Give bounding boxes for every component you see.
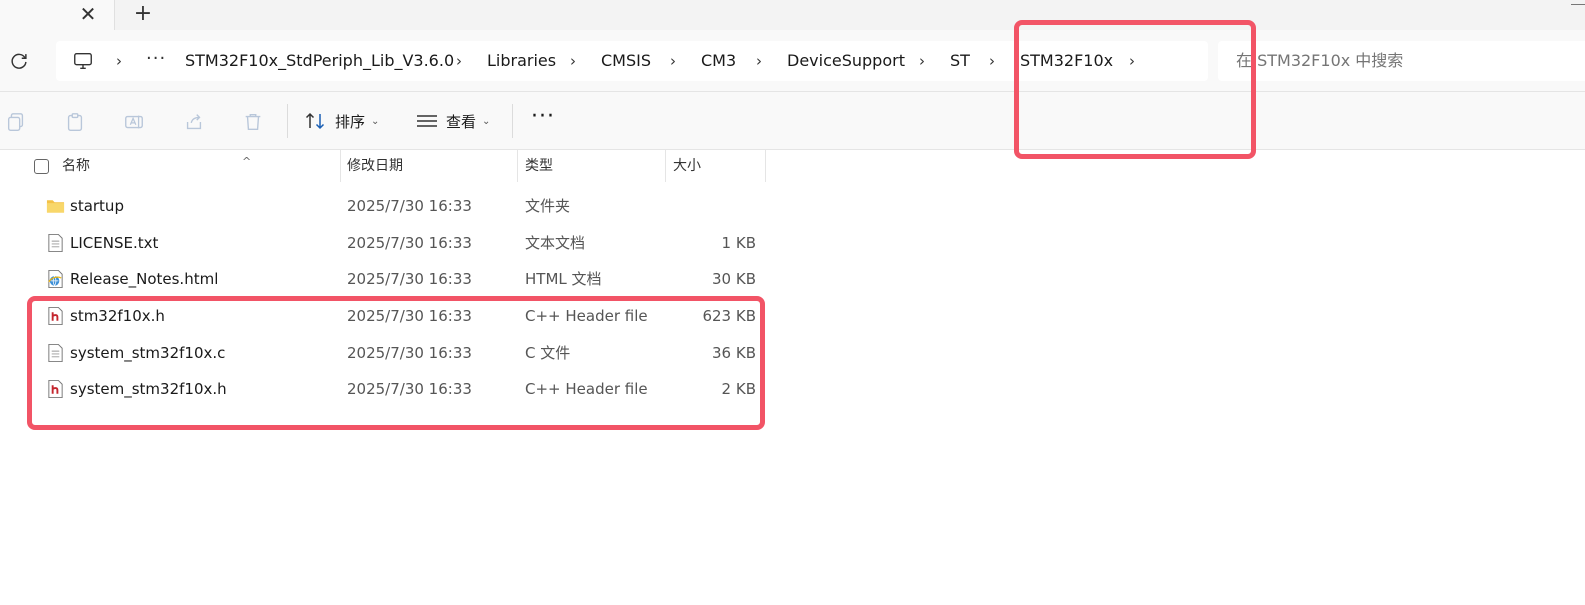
file-row[interactable]: stm32f10x.h 2025/7/30 16:33 C++ Header f… <box>0 298 770 334</box>
view-button[interactable]: 查看 ⌄ <box>416 104 490 138</box>
window-control-edge <box>1571 4 1585 5</box>
file-name: LICENSE.txt <box>70 234 159 252</box>
sort-button[interactable]: 排序 ⌄ <box>305 104 379 138</box>
file-type: 文本文档 <box>525 234 586 252</box>
breadcrumb-st[interactable]: ST <box>950 41 970 81</box>
file-size: 30 KB <box>712 270 756 288</box>
search-box[interactable]: 在 STM32F10x 中搜索 <box>1218 41 1585 81</box>
toolbar-divider <box>287 104 288 138</box>
sort-label: 排序 <box>335 112 366 131</box>
copy-icon[interactable] <box>5 111 27 133</box>
file-date: 2025/7/30 16:33 <box>347 197 472 215</box>
view-label: 查看 <box>446 112 477 131</box>
text-file-icon <box>48 233 63 253</box>
file-name: system_stm32f10x.c <box>70 344 226 362</box>
more-options-button[interactable]: ··· <box>530 106 556 134</box>
sort-indicator-icon: ^ <box>242 155 252 168</box>
breadcrumb-cm3[interactable]: CM3 <box>701 41 736 81</box>
html-file-icon <box>48 269 63 289</box>
breadcrumb-separator[interactable]: › <box>116 41 122 81</box>
breadcrumb-devicesupport[interactable]: DeviceSupport <box>787 41 905 81</box>
search-placeholder: 在 STM32F10x 中搜索 <box>1236 51 1404 70</box>
breadcrumb-separator[interactable]: › <box>570 41 576 81</box>
file-type: C++ Header file <box>525 380 648 398</box>
header-file-icon <box>48 379 63 399</box>
breadcrumb-stdperiph-lib[interactable]: STM32F10x_StdPeriph_Lib_V3.6.0 <box>185 41 454 81</box>
file-size: 2 KB <box>721 380 756 398</box>
paste-icon[interactable] <box>64 111 86 133</box>
column-header-size[interactable]: 大小 <box>673 150 766 182</box>
c-file-icon <box>48 343 63 363</box>
breadcrumb-separator[interactable]: › <box>456 41 462 81</box>
select-all-checkbox[interactable] <box>34 159 49 174</box>
file-list: 名称 ^ 修改日期 类型 大小 startup 2025/7/30 16:33 … <box>0 150 1585 605</box>
close-icon[interactable]: ✕ <box>76 2 100 26</box>
chevron-down-icon: ⌄ <box>371 115 380 127</box>
file-row[interactable]: LICENSE.txt 2025/7/30 16:33 文本文档 1 KB <box>0 225 770 261</box>
breadcrumb-libraries[interactable]: Libraries <box>487 41 556 81</box>
file-row[interactable]: Release_Notes.html 2025/7/30 16:33 HTML … <box>0 261 770 297</box>
file-date: 2025/7/30 16:33 <box>347 344 472 362</box>
file-type: 文件夹 <box>525 197 571 215</box>
file-date: 2025/7/30 16:33 <box>347 380 472 398</box>
file-type: C++ Header file <box>525 307 648 325</box>
file-name: system_stm32f10x.h <box>70 380 227 398</box>
delete-icon[interactable] <box>242 111 264 133</box>
breadcrumb-overflow-button[interactable]: ··· <box>146 41 166 81</box>
toolbar-divider <box>512 104 513 138</box>
tab-current[interactable]: ✕ <box>0 0 115 30</box>
breadcrumb-stm32f10x[interactable]: STM32F10x <box>1020 41 1113 81</box>
view-icon <box>417 115 437 127</box>
file-size: 623 KB <box>702 307 756 325</box>
share-icon[interactable] <box>183 111 205 133</box>
column-header-date[interactable]: 修改日期 <box>347 150 518 182</box>
file-name: startup <box>70 197 124 215</box>
file-date: 2025/7/30 16:33 <box>347 307 472 325</box>
file-name: Release_Notes.html <box>70 270 219 288</box>
column-header-type[interactable]: 类型 <box>525 150 666 182</box>
file-row[interactable]: system_stm32f10x.c 2025/7/30 16:33 C 文件 … <box>0 335 770 371</box>
rename-icon[interactable] <box>123 111 145 133</box>
this-pc-icon[interactable] <box>72 50 94 72</box>
sort-icon <box>305 112 325 130</box>
breadcrumb-separator[interactable]: › <box>670 41 676 81</box>
breadcrumb-separator[interactable]: › <box>919 41 925 81</box>
file-type: HTML 文档 <box>525 270 602 288</box>
folder-icon <box>46 200 65 213</box>
file-size: 1 KB <box>721 234 756 252</box>
new-tab-button[interactable]: + <box>130 1 156 27</box>
refresh-icon[interactable] <box>8 50 30 72</box>
breadcrumb-separator[interactable]: › <box>756 41 762 81</box>
column-name-label: 名称 <box>62 158 90 174</box>
file-row[interactable]: system_stm32f10x.h 2025/7/30 16:33 C++ H… <box>0 371 770 407</box>
file-type: C 文件 <box>525 344 571 362</box>
file-row[interactable]: startup 2025/7/30 16:33 文件夹 <box>0 188 770 224</box>
address-row: › ··· STM32F10x_StdPeriph_Lib_V3.6.0 › L… <box>0 30 1585 92</box>
address-bar[interactable]: › ··· STM32F10x_StdPeriph_Lib_V3.6.0 › L… <box>56 41 1208 81</box>
breadcrumb-separator[interactable]: › <box>1129 41 1135 81</box>
file-name: stm32f10x.h <box>70 307 165 325</box>
breadcrumb-cmsis[interactable]: CMSIS <box>601 41 651 81</box>
file-date: 2025/7/30 16:33 <box>347 270 472 288</box>
file-size: 36 KB <box>712 344 756 362</box>
header-file-icon <box>48 306 63 326</box>
tab-strip: ✕ + <box>0 0 1585 30</box>
command-bar: 排序 ⌄ 查看 ⌄ ··· <box>0 92 1585 150</box>
column-header-name[interactable]: 名称 ^ <box>62 150 341 182</box>
breadcrumb-separator[interactable]: › <box>989 41 995 81</box>
chevron-down-icon: ⌄ <box>482 115 491 127</box>
file-size <box>665 188 756 224</box>
file-date: 2025/7/30 16:33 <box>347 234 472 252</box>
